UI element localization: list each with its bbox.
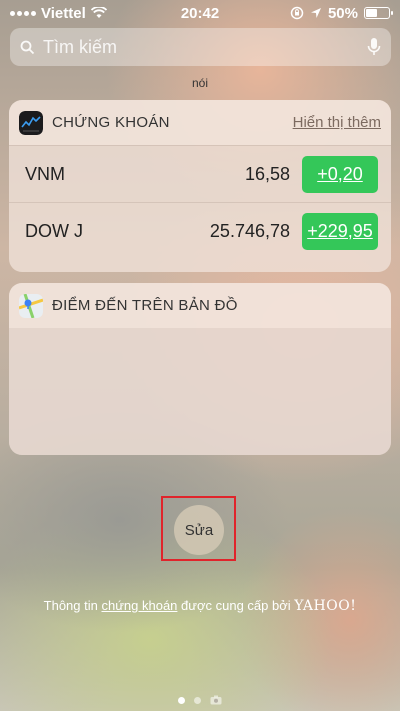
stocks-widget-header: CHỨNG KHOÁN Hiển thị thêm bbox=[9, 100, 391, 145]
status-right: 50% bbox=[290, 4, 393, 22]
rotation-lock-icon bbox=[290, 6, 304, 20]
stock-change-badge[interactable]: +229,95 bbox=[302, 212, 378, 250]
show-more-link[interactable]: Hiển thị thêm bbox=[293, 114, 381, 131]
status-bar: Viettel 20:42 50% bbox=[0, 0, 400, 26]
maps-destinations-widget: ĐIỂM ĐẾN TRÊN BẢN ĐỒ bbox=[9, 283, 391, 455]
partial-widget-label: nói bbox=[191, 76, 208, 90]
battery-icon bbox=[364, 7, 393, 19]
page-dot bbox=[194, 696, 201, 704]
stock-price: 16,58 bbox=[244, 163, 290, 184]
maps-app-icon bbox=[19, 293, 43, 318]
stocks-widget-title: CHỨNG KHOÁN bbox=[52, 114, 170, 131]
stocks-attribution: Thông tin chứng khoán được cung cấp bởi … bbox=[0, 598, 400, 614]
maps-widget-title: ĐIỂM ĐẾN TRÊN BẢN ĐỒ bbox=[52, 297, 238, 314]
yahoo-logo[interactable]: YAHOO! bbox=[294, 598, 356, 614]
signal-icon bbox=[10, 10, 36, 16]
stocks-app-icon bbox=[19, 110, 43, 135]
carrier-name: Viettel bbox=[41, 4, 86, 22]
maps-widget-header: ĐIỂM ĐẾN TRÊN BẢN ĐỒ bbox=[9, 283, 391, 328]
status-left: Viettel bbox=[10, 5, 107, 22]
attribution-link[interactable]: chứng khoán bbox=[101, 598, 177, 613]
stock-symbol: VNM bbox=[25, 163, 65, 184]
page-indicator[interactable] bbox=[0, 695, 400, 705]
stock-symbol: DOW J bbox=[25, 220, 83, 241]
page-dot-current bbox=[178, 696, 185, 704]
attribution-suffix: được cung cấp bởi bbox=[181, 598, 291, 613]
search-input[interactable]: Tìm kiếm bbox=[43, 37, 117, 58]
stock-row[interactable]: DOW J 25.746,78 +229,95 bbox=[9, 202, 391, 259]
stock-price: 25.746,78 bbox=[209, 220, 290, 241]
camera-icon bbox=[210, 695, 222, 705]
microphone-icon[interactable] bbox=[367, 37, 381, 57]
highlight-box bbox=[161, 496, 236, 561]
wifi-icon bbox=[90, 7, 107, 18]
stock-change-badge[interactable]: +0,20 bbox=[302, 155, 378, 193]
maps-widget-body bbox=[9, 328, 391, 455]
location-arrow-icon bbox=[310, 8, 321, 18]
search-icon bbox=[20, 40, 35, 54]
stocks-widget: CHỨNG KHOÁN Hiển thị thêm VNM 16,58 +0,2… bbox=[9, 100, 391, 272]
stock-row[interactable]: VNM 16,58 +0,20 bbox=[9, 145, 391, 202]
search-bar[interactable]: Tìm kiếm bbox=[10, 28, 391, 66]
attribution-prefix: Thông tin bbox=[43, 598, 98, 613]
battery-fill bbox=[366, 9, 377, 17]
battery-percent: 50% bbox=[327, 4, 358, 22]
